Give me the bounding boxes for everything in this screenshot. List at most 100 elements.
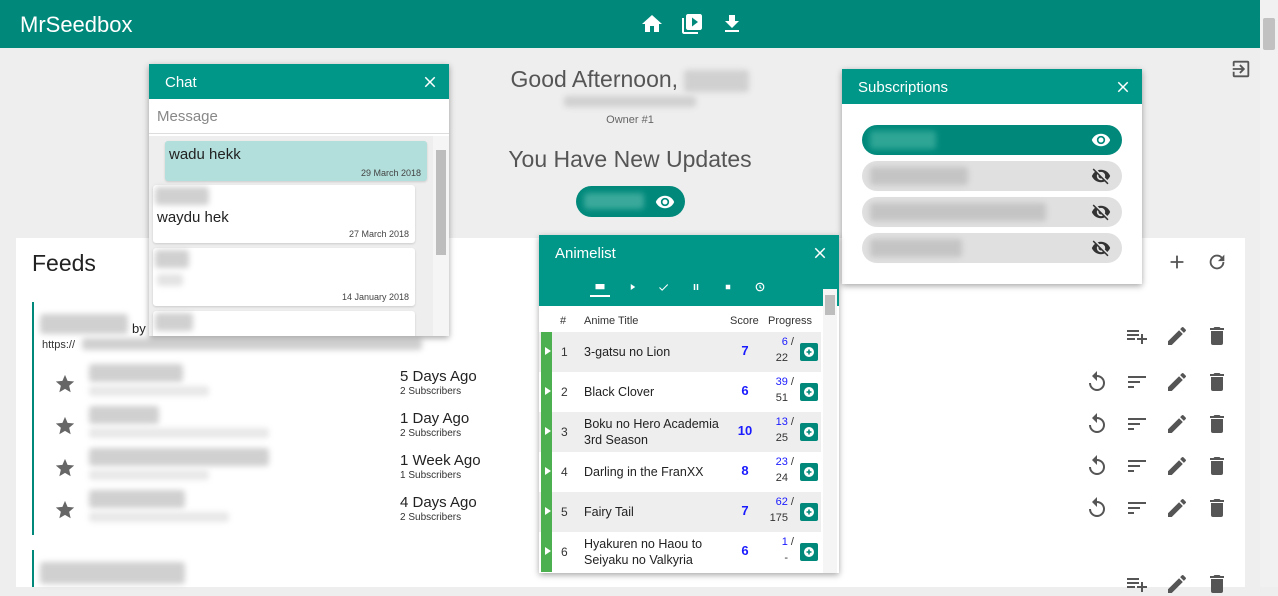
close-icon[interactable] [1114, 78, 1132, 96]
eye-icon[interactable] [1090, 130, 1112, 150]
eye-off-icon[interactable] [1090, 166, 1112, 186]
edit-icon[interactable] [1165, 370, 1189, 394]
anime-total: 51 [775, 392, 788, 404]
col-title[interactable]: Anime Title [584, 315, 638, 327]
chat-message-input[interactable]: Message [149, 99, 449, 134]
increment-icon[interactable] [800, 463, 818, 481]
anime-watched[interactable]: 23 [776, 456, 788, 468]
subscription-item[interactable] [862, 197, 1122, 227]
anime-watched[interactable]: 13 [776, 416, 788, 428]
playlist-add-icon[interactable] [1125, 572, 1149, 596]
refresh-icon[interactable] [1206, 251, 1228, 273]
check-icon[interactable] [655, 278, 673, 296]
sort-icon[interactable] [1125, 454, 1149, 478]
sort-icon[interactable] [1125, 496, 1149, 520]
delete-icon[interactable] [1205, 412, 1229, 436]
close-icon[interactable] [421, 73, 439, 91]
replay-icon[interactable] [1085, 454, 1109, 478]
subscription-item[interactable] [862, 161, 1122, 191]
col-score[interactable]: Score [730, 315, 759, 327]
star-icon[interactable] [54, 499, 76, 521]
chat-message-list[interactable]: wadu hekk 29 March 2018 waydu hek 27 Mar… [149, 136, 433, 336]
delete-icon[interactable] [1205, 496, 1229, 520]
page-scrollbar[interactable] [1260, 0, 1278, 587]
star-icon[interactable] [54, 373, 76, 395]
status-bar[interactable] [541, 412, 552, 452]
greeting: Good Afternoon, Owner #1 [450, 64, 810, 126]
status-bar[interactable] [541, 452, 552, 492]
stop-icon[interactable] [719, 278, 737, 296]
increment-icon[interactable] [800, 343, 818, 361]
clock-icon[interactable] [751, 278, 769, 296]
eye-off-icon[interactable] [1090, 238, 1112, 258]
home-icon[interactable] [640, 12, 664, 36]
feed-url[interactable]: https:// [42, 339, 75, 351]
star-icon[interactable] [54, 415, 76, 437]
anime-row[interactable]: 4 Darling in the FranXX 8 23 / 24 [539, 452, 821, 492]
logout-icon[interactable] [1230, 58, 1252, 80]
subscription-item[interactable] [862, 233, 1122, 263]
anime-row[interactable]: 1 3-gatsu no Lion 7 6 / 22 [539, 332, 821, 372]
video-library-icon[interactable] [680, 12, 704, 36]
replay-icon[interactable] [1085, 412, 1109, 436]
status-bar[interactable] [541, 332, 552, 372]
delete-icon[interactable] [1205, 572, 1229, 596]
subscriptions-title: Subscriptions [858, 79, 949, 96]
anime-watched[interactable]: 62 [776, 496, 788, 508]
anime-score[interactable]: 8 [734, 463, 756, 478]
animelist-scrollbar[interactable] [823, 289, 837, 573]
brand-title[interactable]: MrSeedbox [20, 12, 133, 38]
status-bar[interactable] [541, 372, 552, 412]
anime-watched[interactable]: 39 [776, 376, 788, 388]
list-icon[interactable] [591, 278, 609, 296]
increment-icon[interactable] [800, 503, 818, 521]
col-progress[interactable]: Progress [768, 315, 812, 327]
anime-score[interactable]: 10 [734, 423, 756, 438]
status-bar[interactable] [541, 492, 552, 532]
edit-icon[interactable] [1165, 572, 1189, 596]
edit-icon[interactable] [1165, 412, 1189, 436]
increment-icon[interactable] [800, 423, 818, 441]
anime-row[interactable]: 6 Hyakuren no Haou to Seiyaku no Valkyri… [539, 532, 821, 572]
playlist-add-icon[interactable] [1125, 324, 1149, 348]
delete-icon[interactable] [1205, 454, 1229, 478]
close-icon[interactable] [811, 244, 829, 262]
subscription-item[interactable] [862, 125, 1122, 155]
add-icon[interactable] [1166, 251, 1188, 273]
anime-score[interactable]: 6 [734, 383, 756, 398]
anime-score[interactable]: 7 [734, 343, 756, 358]
anime-row[interactable]: 3 Boku no Hero Academia 3rd Season 10 13… [539, 412, 821, 452]
edit-icon[interactable] [1165, 496, 1189, 520]
increment-icon[interactable] [800, 543, 818, 561]
anime-watched[interactable]: 1 [782, 536, 788, 548]
sort-icon[interactable] [1125, 370, 1149, 394]
star-icon[interactable] [54, 457, 76, 479]
chat-scrollbar[interactable] [433, 136, 449, 336]
delete-icon[interactable] [1205, 324, 1229, 348]
delete-icon[interactable] [1205, 370, 1229, 394]
anime-score[interactable]: 7 [734, 503, 756, 518]
animelist-scrollbar-thumb[interactable] [825, 295, 835, 315]
anime-progress: 6 / [781, 336, 794, 348]
anime-watched[interactable]: 6 [782, 336, 788, 348]
replay-icon[interactable] [1085, 370, 1109, 394]
update-chip[interactable] [576, 186, 685, 217]
edit-icon[interactable] [1165, 454, 1189, 478]
status-bar[interactable] [541, 532, 552, 572]
col-num[interactable]: # [560, 315, 566, 327]
feed-item-subscribers: 2 Subscribers [400, 386, 462, 397]
anime-score[interactable]: 6 [734, 543, 756, 558]
anime-row[interactable]: 5 Fairy Tail 7 62 / 175 [539, 492, 821, 532]
eye-off-icon[interactable] [1090, 202, 1112, 222]
replay-icon[interactable] [1085, 496, 1109, 520]
pause-icon[interactable] [687, 278, 705, 296]
chat-scrollbar-thumb[interactable] [436, 150, 446, 255]
sort-icon[interactable] [1125, 412, 1149, 436]
anime-total: 25 [775, 432, 788, 444]
edit-icon[interactable] [1165, 324, 1189, 348]
anime-row[interactable]: 2 Black Clover 6 39 / 51 [539, 372, 821, 412]
play-icon[interactable] [624, 278, 642, 296]
page-scrollbar-thumb[interactable] [1263, 18, 1275, 50]
download-icon[interactable] [720, 12, 744, 36]
increment-icon[interactable] [800, 383, 818, 401]
